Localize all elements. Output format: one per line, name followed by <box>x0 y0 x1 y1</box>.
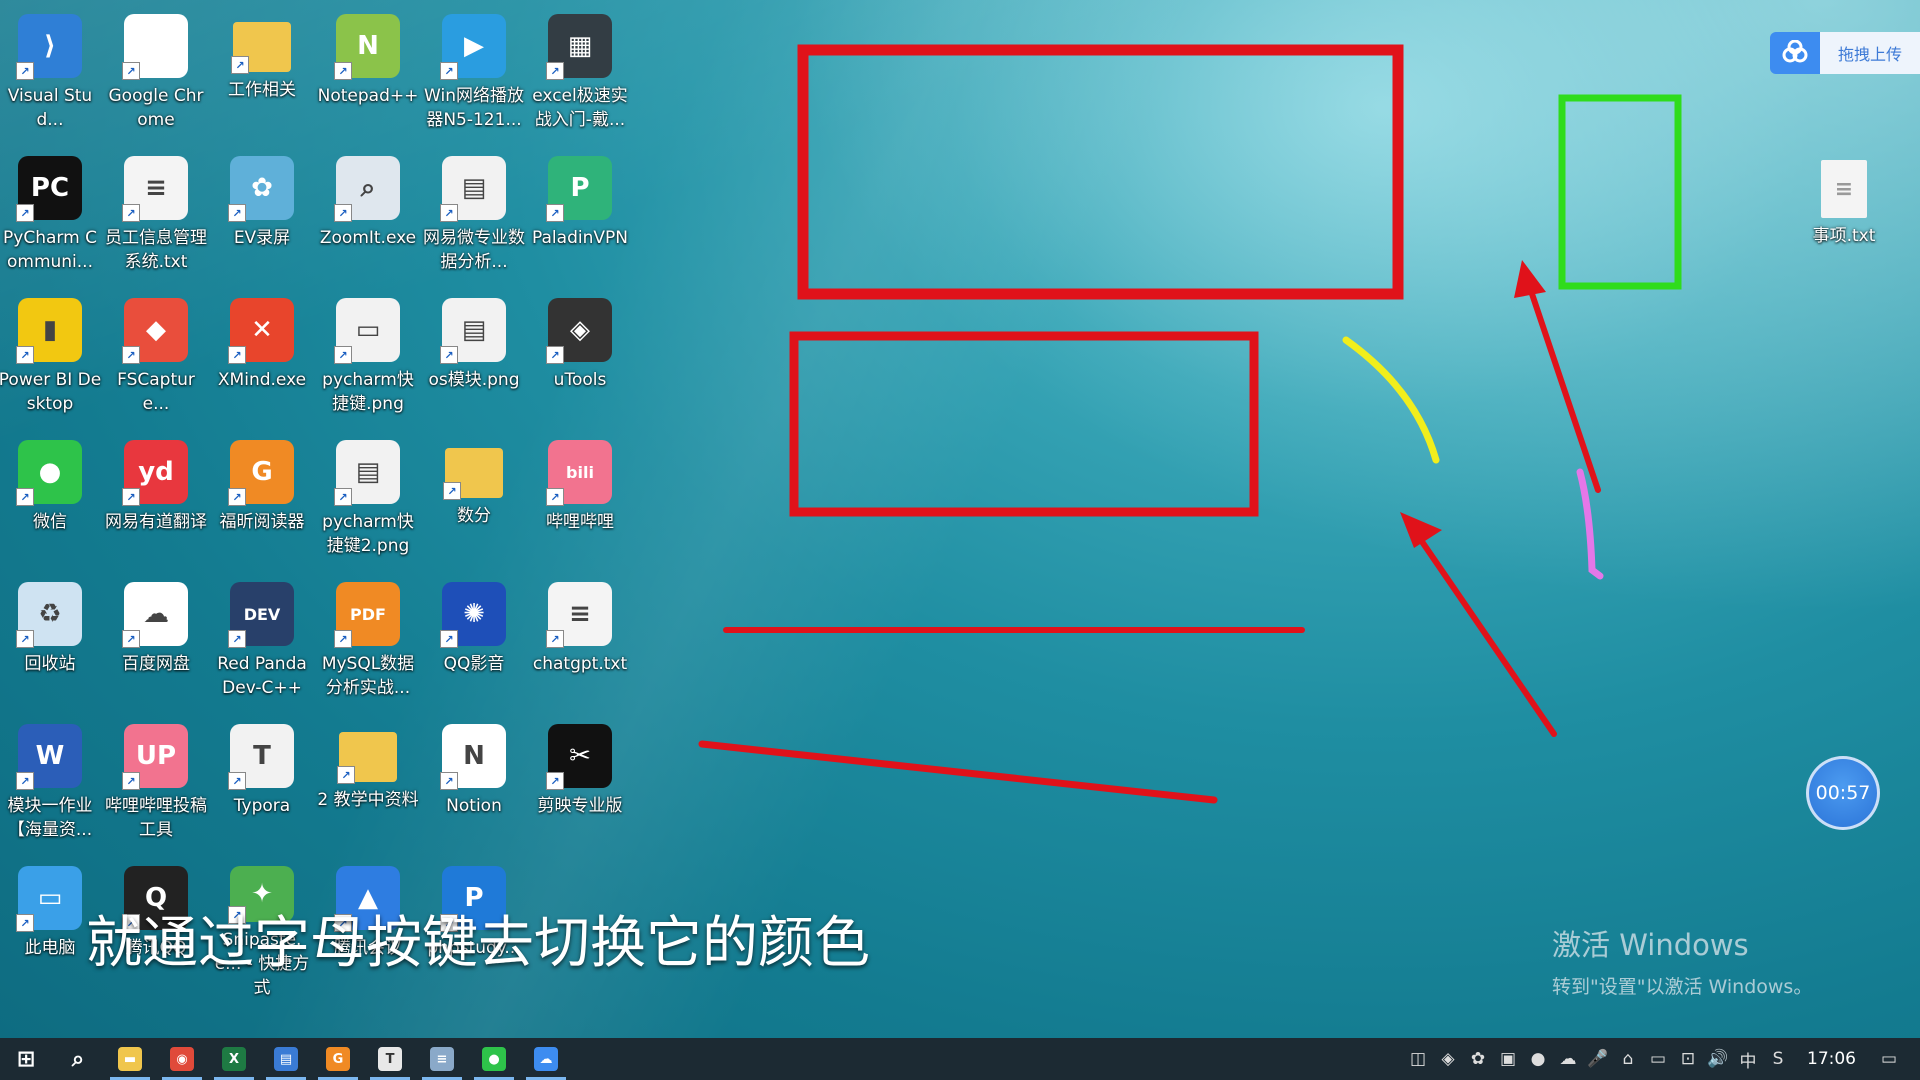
taskbar-foxit-icon: G <box>326 1047 350 1071</box>
volume-icon[interactable]: 🔊 <box>1703 1038 1733 1080</box>
taskbar-wechat-icon: ● <box>482 1047 506 1071</box>
annotation-red-arrow-1 <box>1400 512 1557 737</box>
taskbar-clock[interactable]: 17:06 <box>1793 1049 1874 1069</box>
taskbar-typora-icon: T <box>378 1047 402 1071</box>
annotation-red-box-top <box>797 44 1404 300</box>
system-tray: ◫ ◈ ✿ ▣ ● ☁ 🎤 ⌂ ▭ ⊡ 🔊 中 S 17:06 ▭ <box>1403 1038 1920 1080</box>
taskbar-wechat[interactable]: ● <box>468 1038 520 1080</box>
taskbar-foxit[interactable]: G <box>312 1038 364 1080</box>
annotation-green-box <box>1558 94 1682 290</box>
tray-icon-list: ◫ ◈ ✿ ▣ ● ☁ 🎤 ⌂ ▭ ⊡ 🔊 中 S <box>1403 1038 1793 1080</box>
subtitle-text: 就通过字母按键去切换它的颜色 <box>86 911 870 976</box>
taskbar-app-blue-icon: ▤ <box>274 1047 298 1071</box>
taskbar-notepad-icon: ≡ <box>430 1047 454 1071</box>
annotation-red-box-middle <box>789 331 1259 517</box>
tray-message-icon[interactable]: ▣ <box>1493 1038 1523 1080</box>
taskbar-file-explorer-icon: ▬ <box>118 1047 142 1071</box>
notification-center-icon[interactable]: ▭ <box>1874 1038 1920 1080</box>
search-button[interactable]: ⌕ <box>52 1038 104 1080</box>
tray-netdisk-icon[interactable]: ☁ <box>1553 1038 1583 1080</box>
annotation-yellow-curve <box>1342 336 1440 464</box>
tray-network-icon[interactable]: ⌂ <box>1613 1038 1643 1080</box>
tray-mic-icon[interactable]: 🎤 <box>1583 1038 1613 1080</box>
taskbar-baidu-netdisk[interactable]: ☁ <box>520 1038 572 1080</box>
taskbar: ⊞ ⌕ ▬ ◉ X ▤ G T ≡ ● ☁ ◫ ◈ ✿ ▣ ● ☁ 🎤 ⌂ ▭ ⊡ 🔊 中 S 17:06 ▭ <box>0 1038 1920 1080</box>
tray-app-icon[interactable]: ◫ <box>1403 1038 1433 1080</box>
taskbar-baidu-netdisk-icon: ☁ <box>534 1047 558 1071</box>
search-button-icon: ⌕ <box>71 1046 85 1072</box>
sogou-ime-icon[interactable]: S <box>1763 1038 1793 1080</box>
ime-indicator[interactable]: 中 <box>1733 1038 1763 1080</box>
tray-utools-icon[interactable]: ◈ <box>1433 1038 1463 1080</box>
activation-line-1: 激活 Windows <box>1552 928 1749 962</box>
recording-timer[interactable]: 00:57 <box>1806 756 1880 830</box>
taskbar-app-list: ⊞ ⌕ ▬ ◉ X ▤ G T ≡ ● ☁ <box>0 1038 572 1080</box>
tray-battery-icon[interactable]: ▭ <box>1643 1038 1673 1080</box>
annotation-red-arrow-2 <box>1514 260 1601 493</box>
tray-wechat-icon[interactable]: ● <box>1523 1038 1553 1080</box>
tray-display-icon[interactable]: ⊡ <box>1673 1038 1703 1080</box>
taskbar-excel-icon: X <box>222 1047 246 1071</box>
taskbar-file-explorer[interactable]: ▬ <box>104 1038 156 1080</box>
annotation-red-line-2 <box>698 740 1218 804</box>
taskbar-chrome[interactable]: ◉ <box>156 1038 208 1080</box>
activation-line-2: 转到"设置"以激活 Windows。 <box>1552 976 1813 998</box>
taskbar-chrome-icon: ◉ <box>170 1047 194 1071</box>
windows-activation-watermark: 激活 Windows 转到"设置"以激活 Windows。 <box>1552 922 1812 999</box>
start-button-icon: ⊞ <box>16 1046 36 1072</box>
start-button[interactable]: ⊞ <box>0 1038 52 1080</box>
taskbar-app-blue[interactable]: ▤ <box>260 1038 312 1080</box>
taskbar-notepad[interactable]: ≡ <box>416 1038 468 1080</box>
tray-app2-icon[interactable]: ✿ <box>1463 1038 1493 1080</box>
taskbar-excel[interactable]: X <box>208 1038 260 1080</box>
taskbar-typora[interactable]: T <box>364 1038 416 1080</box>
